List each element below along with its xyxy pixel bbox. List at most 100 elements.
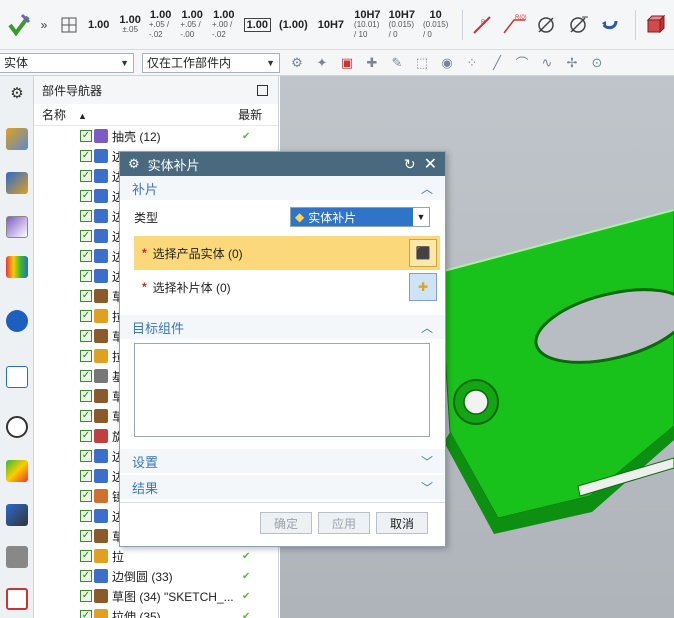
visibility-checkbox[interactable]: ✓ [80, 530, 92, 542]
maximize-icon[interactable] [257, 84, 268, 96]
select-product-body-row[interactable]: * 选择产品实体 (0) ⬛ [134, 236, 440, 270]
tolerance-style-button[interactable]: 1.00 +.05 / -.00 [180, 9, 204, 40]
constraint-navigator-icon[interactable] [6, 172, 28, 194]
visibility-checkbox[interactable]: ✓ [80, 610, 92, 618]
select-box-icon[interactable]: ▣ [339, 55, 355, 71]
visibility-checkbox[interactable]: ✓ [80, 510, 92, 522]
tree-row[interactable]: ✓ 抽壳 (12) ✔ [34, 126, 279, 146]
tolerance-style-button[interactable]: 10H7 (0.015) / 0 [388, 9, 415, 40]
visibility-checkbox[interactable]: ✓ [80, 190, 92, 202]
dropdown-arrow-icon: ▼ [266, 57, 275, 68]
line-icon[interactable]: ╱ [489, 55, 505, 71]
visibility-checkbox[interactable]: ✓ [80, 390, 92, 402]
add-icon[interactable]: ✚ [364, 55, 380, 71]
dialog-gear-icon[interactable]: ⚙ [128, 156, 140, 172]
tolerance-sub: (0.015) / 0 [388, 19, 415, 39]
close-icon[interactable]: ✕ [424, 154, 437, 174]
visibility-checkbox[interactable]: ✓ [80, 150, 92, 162]
visibility-checkbox[interactable]: ✓ [80, 130, 92, 142]
snap-point-icon[interactable]: ✦ [314, 55, 330, 71]
select-patch-icon[interactable]: ✚ [409, 273, 437, 301]
roles-icon[interactable] [6, 504, 28, 526]
settings-section-header[interactable]: 设置 ﹀ [120, 449, 445, 473]
check-mark-icon[interactable] [6, 8, 32, 42]
cancel-button[interactable]: 取消 [376, 512, 428, 534]
tolerance-style-button[interactable]: 1.00 +.00 / -.02 [212, 9, 236, 40]
selection-scope-filter[interactable]: 仅在工作部件内 ▼ [142, 52, 280, 73]
diameter-icon[interactable] [533, 8, 559, 42]
settings-gear-icon[interactable]: ⚙ [6, 84, 28, 106]
tolerance-style-button[interactable]: 1.00 [243, 17, 271, 32]
system-materials-icon[interactable] [6, 546, 28, 568]
feature-icon [94, 569, 108, 583]
latest-column-header[interactable]: 最新 [238, 106, 278, 123]
tabulated-note-icon[interactable] [56, 8, 82, 42]
visibility-checkbox[interactable]: ✓ [80, 490, 92, 502]
web-browser-icon[interactable] [6, 366, 28, 388]
history-icon[interactable] [6, 310, 28, 332]
filter-icon[interactable]: ⚙ [289, 55, 305, 71]
tolerance-style-button[interactable]: 1.00 ±.05 [119, 14, 140, 35]
patch-section-header[interactable]: 补片 ︿ [120, 176, 445, 200]
visibility-checkbox[interactable]: ✓ [80, 450, 92, 462]
arc-icon[interactable]: ⌒ [514, 55, 530, 71]
process-studio-icon[interactable] [6, 588, 28, 610]
palette-icon[interactable] [6, 460, 28, 482]
tolerance-style-button[interactable]: 1.00 +.05 / -.02 [149, 9, 173, 40]
visibility-checkbox[interactable]: ✓ [80, 230, 92, 242]
visibility-checkbox[interactable]: ✓ [80, 570, 92, 582]
datum-feature-icon[interactable]: R [469, 8, 495, 42]
visibility-checkbox[interactable]: ✓ [80, 310, 92, 322]
visibility-checkbox[interactable]: ✓ [80, 350, 92, 362]
tolerance-style-button[interactable]: 10H7 [318, 19, 344, 31]
reset-icon[interactable]: ↻ [404, 156, 416, 173]
tolerance-style-button[interactable]: 10 (0.015) / 0 [423, 9, 448, 40]
type-dropdown[interactable]: ◆ 实体补片 ▼ [290, 207, 430, 227]
visibility-checkbox[interactable]: ✓ [80, 370, 92, 382]
intersection-icon[interactable]: ✢ [564, 55, 580, 71]
rectangle-select-icon[interactable]: ⬚ [414, 55, 430, 71]
visibility-checkbox[interactable]: ✓ [80, 290, 92, 302]
selection-type-filter[interactable]: 实体 ▼ [0, 52, 134, 73]
solid-box-icon[interactable] [642, 8, 668, 42]
part-navigator-icon[interactable] [6, 216, 28, 238]
visibility-checkbox[interactable]: ✓ [80, 330, 92, 342]
tree-row[interactable]: ✓ 边倒圆 (33) ✔ [34, 566, 279, 586]
more-chevron-icon[interactable]: » [38, 8, 50, 42]
select-patch-body-row[interactable]: * 选择补片体 (0) ✚ [134, 270, 440, 304]
undo-arrow-icon[interactable] [597, 8, 623, 42]
visibility-checkbox[interactable]: ✓ [80, 170, 92, 182]
visibility-checkbox[interactable]: ✓ [80, 550, 92, 562]
hole-diameter-icon[interactable] [565, 8, 591, 42]
tolerance-style-button[interactable]: 1.00 [88, 19, 109, 31]
tolerance-style-button[interactable]: 10H7 (10.01) / 10 [354, 9, 381, 40]
results-section-header[interactable]: 结果 ﹀ [120, 475, 445, 499]
tolerance-style-button[interactable]: (1.00) [279, 19, 308, 31]
point-icon[interactable]: ⁘ [464, 55, 480, 71]
tree-row[interactable]: ✓ 拉 ✔ [34, 546, 279, 566]
center-point-icon[interactable]: ⊙ [589, 55, 605, 71]
lasso-icon[interactable]: ✎ [389, 55, 405, 71]
shaded-view-icon[interactable]: ◉ [439, 55, 455, 71]
visibility-checkbox[interactable]: ✓ [80, 470, 92, 482]
assembly-navigator-icon[interactable] [6, 128, 28, 150]
visibility-checkbox[interactable]: ✓ [80, 250, 92, 262]
visibility-checkbox[interactable]: ✓ [80, 210, 92, 222]
name-column-header[interactable]: 名称 ▲ [34, 106, 238, 123]
radius-dimension-icon[interactable]: R(0) [501, 8, 527, 42]
tree-row[interactable]: ✓ 拉伸 (35) ✔ [34, 606, 279, 618]
select-body-icon[interactable]: ⬛ [409, 239, 437, 267]
visibility-checkbox[interactable]: ✓ [80, 430, 92, 442]
visibility-checkbox[interactable]: ✓ [80, 590, 92, 602]
apply-button[interactable]: 应用 [318, 512, 370, 534]
target-component-section-header[interactable]: 目标组件 ︿ [120, 315, 445, 339]
reuse-library-icon[interactable] [6, 256, 28, 278]
tolerance-sub: +.00 / -.02 [212, 19, 233, 39]
visibility-checkbox[interactable]: ✓ [80, 410, 92, 422]
curve-icon[interactable]: ∿ [539, 55, 555, 71]
visibility-checkbox[interactable]: ✓ [80, 270, 92, 282]
tree-row[interactable]: ✓ 草图 (34) "SKETCH_... ✔ [34, 586, 279, 606]
target-component-list[interactable] [134, 343, 430, 437]
clock-icon[interactable] [6, 416, 28, 438]
ok-button[interactable]: 确定 [260, 512, 312, 534]
